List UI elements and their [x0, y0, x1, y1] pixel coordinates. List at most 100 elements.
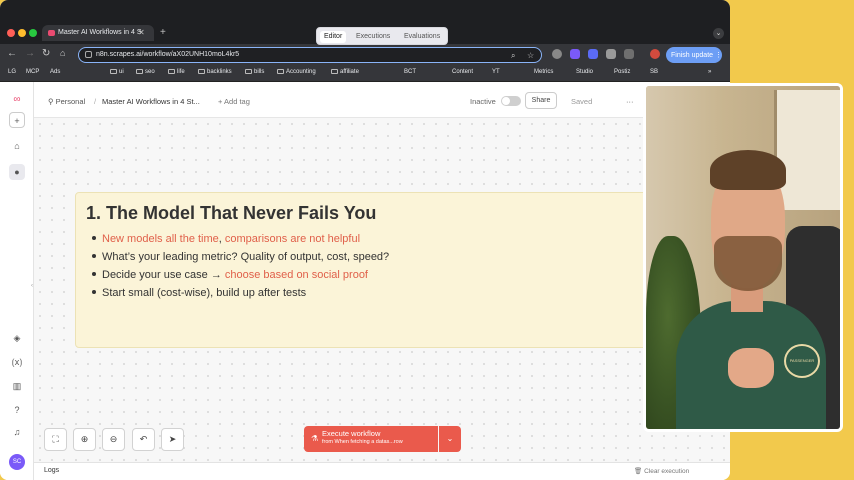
- bookmark-label: affiliate: [340, 69, 359, 75]
- add-tag-button[interactable]: + Add tag: [218, 97, 250, 106]
- breadcrumb-personal[interactable]: ⚲ Personal: [48, 97, 85, 106]
- bookmark-item[interactable]: affiliate: [331, 69, 359, 75]
- n8n-logo-icon[interactable]: ∞: [9, 92, 25, 108]
- address-row: ← → ↻ ⌂ n8n.scrapes.ai/workflow/aX02UNH1…: [0, 44, 730, 66]
- undo-button[interactable]: ↶: [132, 428, 155, 451]
- finish-update-label: Finish update: [671, 52, 714, 59]
- bookmark-item[interactable]: BCT: [404, 69, 416, 75]
- bullet-text: What’s your leading metric? Quality of o…: [102, 251, 390, 263]
- add-icon[interactable]: +: [9, 112, 25, 128]
- bookmark-item[interactable]: Accounting: [277, 69, 316, 75]
- sticky-note[interactable]: 1. The Model That Never Fails You New mo…: [75, 192, 655, 348]
- bullet-dot: [92, 272, 96, 276]
- tab-executions[interactable]: Executions: [352, 31, 394, 43]
- execute-dropdown-button[interactable]: ⌄: [439, 426, 461, 452]
- home-icon[interactable]: ⌂: [9, 138, 25, 154]
- share-button[interactable]: Share: [525, 92, 557, 109]
- shield-icon[interactable]: ◈: [9, 330, 25, 346]
- bullet-text: New models all the time: [102, 233, 219, 245]
- close-tab-icon[interactable]: ✕: [138, 28, 145, 37]
- folder-icon: [136, 69, 143, 74]
- finish-update-button[interactable]: Finish update ⋮: [666, 47, 722, 63]
- bullet-dot: [92, 254, 96, 258]
- webcam-person-hands: [728, 348, 774, 388]
- folder-icon: [110, 69, 117, 74]
- bookmark-item[interactable]: bills: [245, 69, 264, 75]
- bookmark-item[interactable]: SB: [650, 69, 658, 75]
- tab-search-chevron-icon[interactable]: ⌄: [713, 28, 724, 39]
- home-icon[interactable]: ⌂: [60, 48, 65, 58]
- bookmark-item[interactable]: backlinks: [198, 69, 232, 75]
- minimize-window-button[interactable]: [18, 29, 26, 37]
- active-status-label: Inactive: [470, 97, 496, 106]
- execute-workflow-button[interactable]: ⚗ Execute workflow from When fetching a …: [304, 426, 438, 452]
- saved-status: Saved: [571, 97, 593, 106]
- bullet-dot: [92, 236, 96, 240]
- bookmark-star-icon[interactable]: ☆: [527, 51, 534, 60]
- help-icon[interactable]: ?: [9, 402, 25, 418]
- bookmark-item[interactable]: LG: [8, 69, 16, 75]
- note-bullet: What’s your leading metric? Quality of o…: [92, 251, 389, 263]
- breadcrumb-personal-label: Personal: [55, 97, 86, 106]
- note-bullet: Start small (cost-wise), build up after …: [92, 287, 306, 299]
- bookmark-item[interactable]: life: [168, 69, 185, 75]
- workflow-header: ⚲ Personal / Master AI Workflows in 4 St…: [34, 82, 730, 118]
- insights-icon[interactable]: ▥: [9, 378, 25, 394]
- site-info-icon[interactable]: [85, 51, 92, 58]
- view-tabs: Editor Executions Evaluations: [316, 27, 448, 45]
- logs-bar: Logs 🗑 Clear execution: [34, 462, 730, 480]
- webcam-person-beard: [714, 236, 782, 291]
- breadcrumb-separator: /: [94, 97, 97, 106]
- bullet-text: Start small (cost-wise), build up after …: [102, 287, 307, 299]
- active-toggle[interactable]: [501, 96, 521, 106]
- forward-icon[interactable]: →: [25, 48, 35, 59]
- avatar[interactable]: SC: [9, 454, 25, 470]
- tab-editor[interactable]: Editor: [320, 31, 347, 43]
- maximize-window-button[interactable]: [29, 29, 37, 37]
- bullet-text: Decide your use case →: [102, 269, 225, 281]
- pointer-tool-button[interactable]: ➤: [161, 428, 184, 451]
- back-icon[interactable]: ←: [7, 48, 17, 59]
- close-window-button[interactable]: [7, 29, 15, 37]
- extensions-puzzle-icon[interactable]: [624, 49, 634, 59]
- extension-icon[interactable]: [588, 49, 598, 59]
- notification-bell-icon[interactable]: ♫: [9, 424, 25, 440]
- zoom-icon[interactable]: ⌕: [511, 51, 515, 61]
- extension-icon[interactable]: [570, 49, 580, 59]
- user-icon[interactable]: ●: [9, 164, 25, 180]
- folder-icon: [331, 69, 338, 74]
- more-bookmarks-icon[interactable]: »: [708, 69, 711, 75]
- execute-label: Execute workflow: [322, 429, 381, 438]
- bookmark-item[interactable]: seo: [136, 69, 155, 75]
- profile-avatar[interactable]: [650, 49, 660, 59]
- bookmark-item[interactable]: Ads: [50, 69, 60, 75]
- note-title: 1. The Model That Never Fails You: [86, 203, 377, 223]
- bookmark-item[interactable]: ui: [110, 69, 124, 75]
- fit-view-button[interactable]: ⛶: [44, 428, 67, 451]
- zoom-out-button[interactable]: ⊖: [102, 428, 125, 451]
- bookmark-item[interactable]: Content: [452, 69, 473, 75]
- browser-window: Master AI Workflows in 4 S ✕ + ⌄ ← → ↻ ⌂…: [0, 0, 730, 480]
- tab-evaluations[interactable]: Evaluations: [400, 31, 444, 43]
- extension-icon[interactable]: [552, 49, 562, 59]
- bookmark-label: ui: [119, 69, 124, 75]
- clear-execution-button[interactable]: 🗑 Clear execution: [634, 467, 689, 475]
- bookmark-item[interactable]: Postiz: [614, 69, 630, 75]
- zoom-in-button[interactable]: ⊕: [73, 428, 96, 451]
- variables-icon[interactable]: ⟮x⟯: [9, 354, 25, 370]
- bookmark-item[interactable]: MCP: [26, 69, 39, 75]
- reload-icon[interactable]: ↻: [42, 48, 50, 59]
- bookmark-item[interactable]: Studio: [576, 69, 593, 75]
- more-options-icon[interactable]: ···: [626, 97, 634, 106]
- extension-icon[interactable]: [606, 49, 616, 59]
- bookmark-item[interactable]: YT: [492, 69, 500, 75]
- url-bar[interactable]: n8n.scrapes.ai/workflow/aX02UNH10moL4kr5…: [78, 47, 542, 63]
- logs-toggle[interactable]: Logs: [44, 467, 59, 474]
- shirt-logo: PASSENGER: [784, 344, 820, 378]
- workflow-name[interactable]: Master AI Workflows in 4 St...: [102, 97, 200, 106]
- webcam-person-hair: [710, 150, 786, 190]
- bookmark-label: bills: [254, 69, 265, 75]
- new-tab-icon[interactable]: +: [160, 27, 166, 38]
- bookmark-item[interactable]: Metrics: [534, 69, 553, 75]
- bookmark-label: seo: [145, 69, 155, 75]
